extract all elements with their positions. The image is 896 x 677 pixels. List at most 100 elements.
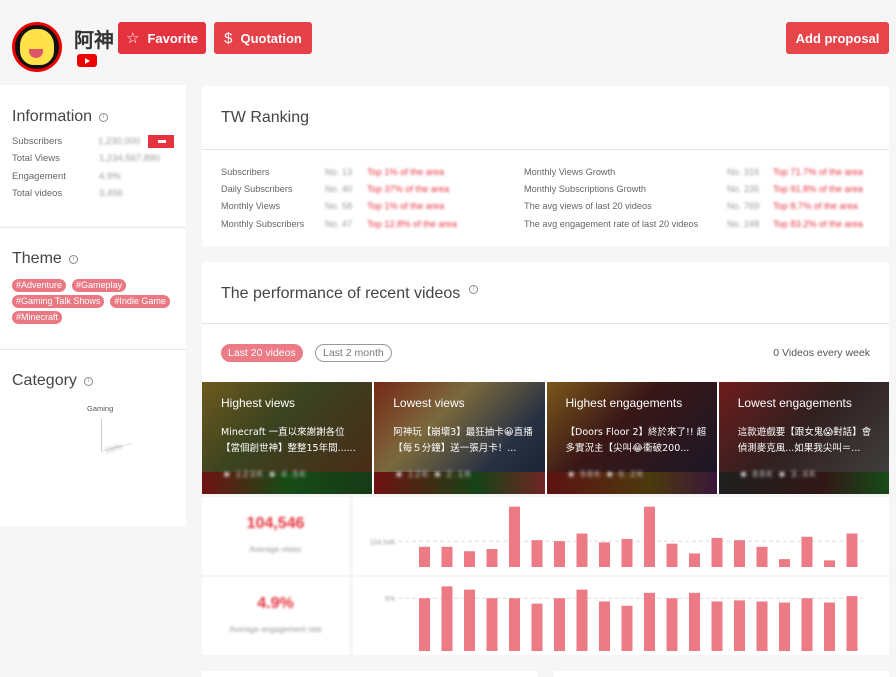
highlight-lowest-views[interactable]: Lowest views 阿神玩【崩壞3】最狂抽卡😀直播【每５分鐘】送一張月卡！… [374, 382, 545, 494]
theme-tag[interactable]: #Minecraft [12, 311, 63, 324]
sidebar: Information i Subscribers 1,230,000 Tota… [0, 85, 186, 526]
ranking-row: Subscribers No. 13 Top 1% of the area [221, 163, 524, 180]
highlight-lowest-engagements[interactable]: Lowest engagements 這款遊戲要【跟女鬼😱對話】會偵測麥克風..… [718, 382, 889, 494]
bar[interactable] [846, 533, 858, 567]
bar[interactable] [554, 541, 565, 567]
highlight-stats: ■ 123K ■ 4.5K [224, 469, 308, 479]
average-views-box: 104,546 Average views [202, 497, 349, 575]
bar[interactable] [576, 589, 588, 651]
filter-last-20-videos[interactable]: Last 20 videos [221, 344, 303, 362]
ranking-percent: Top 1% of the area [367, 166, 445, 177]
ranking-number: No. 47 [325, 218, 353, 229]
bar[interactable] [644, 506, 655, 567]
info-label: Engagement [12, 170, 66, 182]
bar[interactable] [846, 596, 858, 651]
bar[interactable] [599, 601, 610, 651]
bar[interactable] [689, 553, 700, 567]
bar[interactable] [441, 586, 453, 651]
quotation-button[interactable]: $ Quotation [214, 22, 312, 54]
favorite-button[interactable]: ☆ Favorite [118, 22, 206, 54]
filter-last-2-month[interactable]: Last 2 month [315, 344, 392, 362]
info-icon[interactable]: i [469, 285, 479, 294]
add-proposal-button[interactable]: Add proposal [786, 22, 889, 54]
dollar-icon: $ [224, 29, 233, 47]
metrics: 104,546 Average views 104,546 4.9% Avera… [202, 497, 889, 655]
bar[interactable] [824, 560, 835, 567]
bar[interactable] [531, 603, 543, 651]
ranking-number: No. 40 [325, 183, 353, 194]
average-views-label: Average views [249, 545, 302, 554]
ranking-grid: Subscribers No. 13 Top 1% of the area Dail… [202, 150, 889, 232]
bar[interactable] [621, 538, 633, 567]
bar[interactable] [711, 601, 723, 651]
bar[interactable] [734, 540, 745, 567]
category-label: Gaming [87, 404, 114, 413]
ranking-percent: Top 71.7% of the area [773, 166, 863, 177]
bar[interactable] [441, 546, 453, 567]
bar[interactable] [779, 602, 790, 651]
bar[interactable] [576, 533, 588, 567]
info-icon[interactable]: i [68, 254, 78, 264]
bar[interactable] [756, 546, 768, 567]
ranking-percent: Top 91.8% of the area [773, 183, 863, 194]
bar[interactable] [486, 598, 498, 651]
info-icon[interactable]: i [83, 376, 93, 386]
bar[interactable] [599, 542, 610, 567]
info-label: Total Views [12, 153, 60, 165]
bar[interactable] [509, 598, 520, 651]
tw-ranking-card: TW Ranking Subscribers No. 13 Top 1% of th… [202, 86, 889, 246]
bar[interactable] [419, 598, 430, 651]
average-label: 104,546 [370, 539, 395, 546]
theme-tag[interactable]: #Indie Game [110, 295, 170, 308]
ranking-label: The avg engagement rate of last 20 video… [524, 218, 699, 229]
theme-tag[interactable]: #Gameplay [72, 279, 127, 292]
theme-tag[interactable]: #Gaming Talk Shows [12, 295, 105, 308]
category-tick: 100% [104, 443, 124, 456]
info-icon[interactable]: i [99, 112, 109, 122]
bar[interactable] [689, 592, 700, 651]
bar[interactable] [554, 598, 565, 651]
highlight-highest-engagements[interactable]: Highest engagements 【Doors Floor 2】終於來了!… [546, 382, 717, 494]
ranking-row: Monthly Views No. 58 Top 1% of the area [221, 198, 524, 215]
metric-row-views: 104,546 Average views 104,546 [202, 497, 889, 575]
bar[interactable] [486, 549, 498, 567]
theme-tag[interactable]: #Adventure [12, 279, 67, 292]
info-row-total-views: Total Views 1,234,567,890 [12, 150, 174, 167]
ranking-percent: Top 83.2% of the area [773, 218, 863, 229]
youtube-icon[interactable] [77, 54, 97, 67]
minus-icon[interactable] [148, 135, 174, 149]
ranking-row: Monthly Views Growth No. 316 Top 71.7% of … [524, 163, 893, 180]
bar[interactable] [531, 540, 543, 567]
bar[interactable] [621, 605, 633, 651]
channel-avatar[interactable] [12, 22, 62, 72]
bar[interactable] [734, 600, 745, 651]
bar[interactable] [824, 602, 835, 651]
bar[interactable] [666, 543, 678, 567]
tw-ranking-title: TW Ranking [202, 86, 889, 150]
bar[interactable] [756, 601, 768, 651]
bar[interactable] [711, 537, 723, 567]
category-axis [101, 419, 102, 452]
category-chart: Gaming 100% [12, 390, 174, 470]
bar[interactable] [464, 551, 475, 567]
highlight-video-title: 阿神玩【崩壞3】最狂抽卡😀直播【每５分鐘】送一張月卡！... [393, 427, 533, 454]
bar[interactable] [419, 546, 430, 567]
average-engagement-value: 4.9% [257, 595, 294, 612]
ranking-label: Monthly Views Growth [524, 166, 616, 177]
bar[interactable] [644, 592, 655, 651]
average-engagement-box: 4.9% Average engagement rate [202, 577, 349, 655]
bar[interactable] [779, 559, 790, 567]
ranking-label: Monthly Subscribers [221, 218, 305, 229]
views-bar-chart: 104,546 [353, 497, 889, 575]
bar[interactable] [464, 589, 475, 651]
average-views-value: 104,546 [246, 515, 305, 532]
bar[interactable] [666, 598, 678, 651]
bar[interactable] [509, 506, 520, 567]
videos-per-week: 0 Videos every week [773, 347, 870, 359]
bar[interactable] [801, 598, 813, 651]
highlight-video-title: 【Doors Floor 2】終於來了!! 超多實況主【尖叫😂衝破200... [565, 427, 707, 454]
highlight-highest-views[interactable]: Highest views Minecraft 一直以來謝謝各位【當個創世神】整… [202, 382, 373, 494]
bottom-card-left [202, 671, 538, 677]
bar[interactable] [801, 536, 813, 567]
highlight-stats: ■ 12K ■ 2.1K [396, 469, 474, 479]
